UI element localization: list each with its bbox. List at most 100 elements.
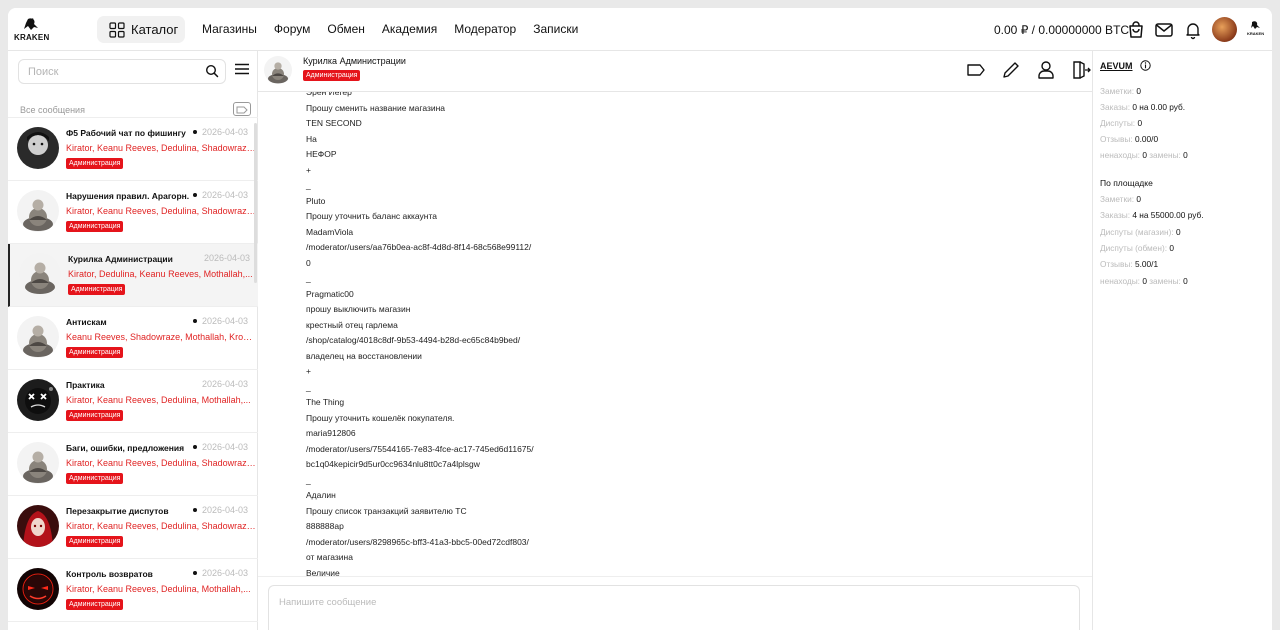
chat-list-item[interactable]: Курилка Администрации 2026-04-03 Kirator, … <box>8 244 258 307</box>
nav-link-forum[interactable]: Форум <box>274 22 310 36</box>
chat-item-badge: Администрация <box>66 599 124 610</box>
platform-reviews: Отзывы: 5.00/1 <box>1100 259 1159 269</box>
catalog-label: Каталог <box>131 22 179 37</box>
hamburger-menu-icon[interactable] <box>234 63 250 75</box>
app-window: KRAKEN Каталог Магазины Форум Обмен Акад… <box>8 8 1272 630</box>
unread-dot <box>193 193 197 197</box>
small-kraken-logo[interactable]: KRAKEN <box>1246 20 1266 40</box>
unread-dot <box>193 130 197 134</box>
chat-item-members: Kirator, Dedulina, Keanu Reeves, Mothall… <box>68 269 253 279</box>
mail-icon[interactable] <box>1154 20 1174 40</box>
chat-item-date: 2026-04-03 <box>202 442 249 452</box>
chat-item-title: Практика <box>66 380 105 390</box>
message-line: Прошу список транзакций заявителю ТС <box>306 505 467 516</box>
message-line: bc1q04kepicir9d5ur0cc9634nlu8tt0c7a4lpls… <box>306 459 480 469</box>
chat-sidebar: Все сообщения Ф5 Рабочий чат по фишингу 2… <box>8 51 258 630</box>
catalog-button[interactable]: Каталог <box>97 16 185 43</box>
chat-item-badge: Администрация <box>66 158 124 169</box>
message-line: /moderator/users/aa76b0ea-ac8f-4d8d-8f14… <box>306 242 532 252</box>
chat-avatar <box>17 568 59 610</box>
chat-list-item[interactable]: Баги, ошибки, предложения 2026-04-03 Kirat… <box>8 433 258 496</box>
user-avatar[interactable] <box>1212 17 1237 42</box>
unread-dot <box>193 319 197 323</box>
chat-item-members: Kirator, Keanu Reeves, Dedulina, Mothall… <box>66 584 251 594</box>
chat-item-members: Kirator, Keanu Reeves, Dedulina, Mothall… <box>66 395 251 405</box>
chat-avatar <box>17 379 59 421</box>
chat-avatar <box>264 56 292 84</box>
chat-item-members: Kirator, Keanu Reeves, Dedulina, Shadowr… <box>66 143 256 153</box>
info-orders: Заказы: 0 на 0.00 руб. <box>1100 102 1186 112</box>
nav-link-exchange[interactable]: Обмен <box>327 22 365 36</box>
sidebar-scrollbar[interactable] <box>254 123 257 283</box>
search-icon[interactable] <box>205 64 219 78</box>
grid-icon <box>109 21 125 38</box>
bell-icon[interactable] <box>1183 20 1203 40</box>
chat-item-date: 2026-04-03 <box>202 568 249 578</box>
message-line: /shop/catalog/4018c8df-9b53-4494-b28d-ec… <box>306 335 521 345</box>
nav-link-academy[interactable]: Академия <box>382 22 437 36</box>
chat-item-title: Ф5 Рабочий чат по фишингу <box>66 128 186 138</box>
chat-list-item[interactable]: Ф5 Рабочий чат по фишингу 2026-04-03 Kirat… <box>8 118 258 181</box>
message-line: владелец на восстановлении <box>306 350 422 361</box>
chat-header: Курилка Администрации Администрация <box>258 51 1092 92</box>
chat-title: Курилка Администрации <box>303 56 406 66</box>
message-line: maria912806 <box>306 428 356 438</box>
message-line: Прошу уточнить баланс аккаунта <box>306 211 437 221</box>
chat-list-item[interactable]: Практика 2026-04-03 Kirator, Keanu Reeves,… <box>8 370 258 433</box>
shopping-bag-icon[interactable] <box>1126 20 1146 40</box>
message-line: _ <box>306 180 311 190</box>
message-input[interactable] <box>279 594 979 610</box>
info-notes: Заметки: 0 <box>1100 86 1141 96</box>
chat-list-item[interactable]: Контроль возвратов 2026-04-03 Kirator, Kea… <box>8 559 258 622</box>
unread-dot <box>193 571 197 575</box>
search-input[interactable] <box>28 60 198 83</box>
info-disputes: Диспуты: 0 <box>1100 118 1143 128</box>
search-box <box>18 59 226 84</box>
chat-item-members: Keanu Reeves, Shadowraze, Mothallah, Kro… <box>66 332 256 342</box>
message-line: Прошу уточнить кошелёк покупателя. <box>306 412 455 423</box>
platform-notfound: ненаходы: 0 замены: 0 <box>1100 276 1188 286</box>
nav-link-shops[interactable]: Магазины <box>202 22 257 36</box>
info-icon[interactable] <box>1140 60 1151 71</box>
message-line: Эрен Йегер <box>306 92 352 97</box>
tag-filter-icon[interactable] <box>233 102 251 116</box>
message-line: _ <box>306 474 311 485</box>
message-line: TEN SECOND <box>306 118 362 128</box>
chat-item-date: 2026-04-03 <box>202 127 249 137</box>
chat-avatar <box>19 253 61 295</box>
nav-link-moderator[interactable]: Модератор <box>454 22 516 36</box>
top-navbar: KRAKEN Каталог Магазины Форум Обмен Акад… <box>8 8 1272 51</box>
info-username[interactable]: AEVUM <box>1100 61 1133 71</box>
message-line: /moderator/users/8298965c-bff3-41a3-bbc5… <box>306 536 529 547</box>
chat-item-members: Kirator, Keanu Reeves, Dedulina, Shadowr… <box>66 458 256 468</box>
message-line: прошу выключить магазин <box>306 304 411 314</box>
user-info-panel: AEVUM Заметки: 0 Заказы: 0 на 0.00 руб. … <box>1092 51 1272 630</box>
nav-link-notes[interactable]: Записки <box>533 22 578 36</box>
chat-list-item[interactable]: Нарушения правил. Арагорн. 2026-04-03 Kira… <box>8 181 258 244</box>
chat-avatar <box>17 190 59 232</box>
chat-panel: Курилка Администрации Администрация Эрен… <box>258 51 1092 630</box>
chat-item-date: 2026-04-03 <box>202 505 249 515</box>
user-icon[interactable] <box>1035 59 1057 81</box>
message-line: The Thing <box>306 397 345 407</box>
chat-list-item[interactable]: Перезакрытие диспутов 2026-04-03 Kirator, … <box>8 496 258 559</box>
unread-dot <box>193 445 197 449</box>
kraken-logo[interactable]: KRAKEN <box>12 16 52 44</box>
message-line: Pluto <box>306 195 326 206</box>
all-messages-label: Все сообщения <box>20 105 85 115</box>
chat-item-badge: Администрация <box>66 410 124 421</box>
chat-item-title: Контроль возвратов <box>66 569 153 579</box>
balance-display: 0.00 ₽ / 0.00000000 BTC <box>994 23 1130 37</box>
tag-icon[interactable] <box>965 59 987 81</box>
platform-disputes-exchange: Диспуты (обмен): 0 <box>1100 243 1174 253</box>
pencil-icon[interactable] <box>1000 59 1022 81</box>
exit-icon[interactable] <box>1070 59 1092 81</box>
composer-divider <box>258 576 1092 577</box>
message-line: от магазина <box>306 552 353 562</box>
message-line: MadamViola <box>306 226 354 237</box>
platform-title: По площадке <box>1100 178 1153 188</box>
message-line: 888888ap <box>306 521 344 531</box>
chat-item-badge: Администрация <box>66 221 124 232</box>
chat-item-members: Kirator, Keanu Reeves, Dedulina, Shadowr… <box>66 206 256 216</box>
chat-list-item[interactable]: Антискам 2026-04-03 Keanu Reeves, Shadowra… <box>8 307 258 370</box>
